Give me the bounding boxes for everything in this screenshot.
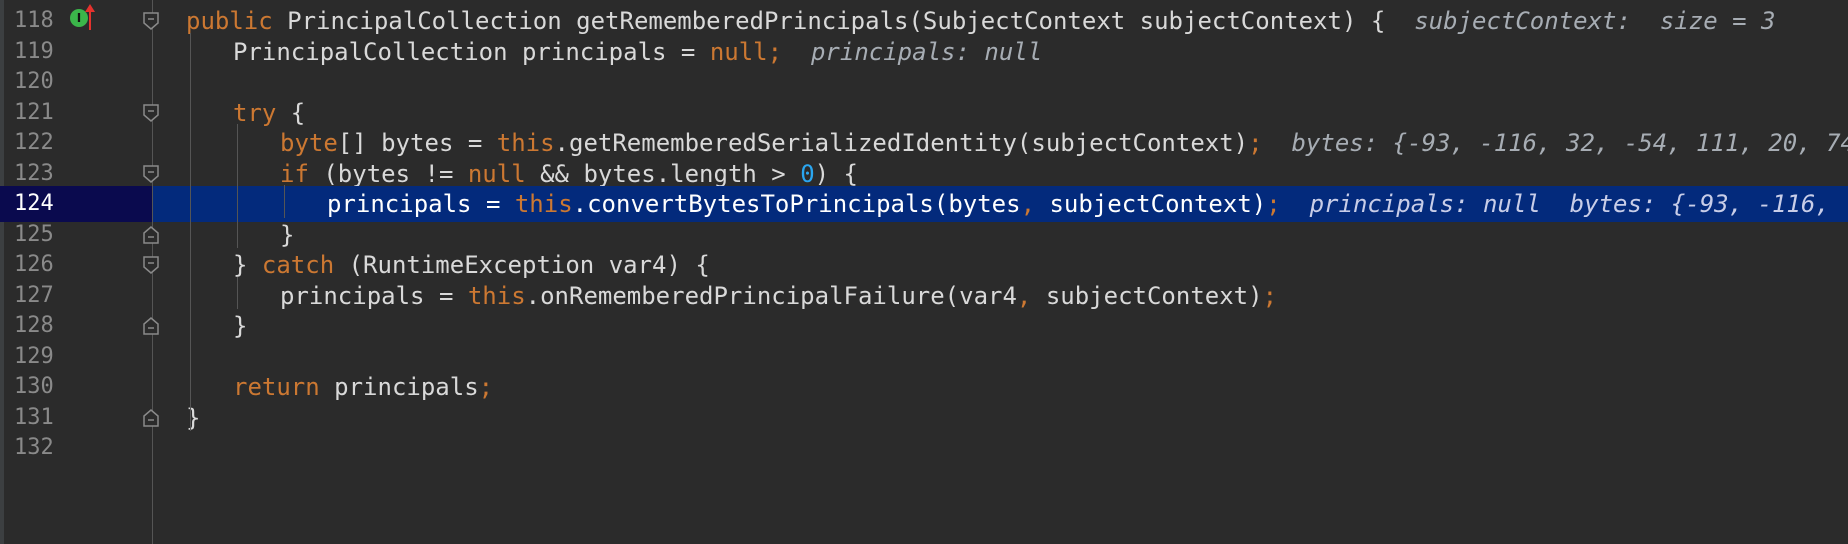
inline-debug-value: principals: null (810, 37, 1043, 66)
code-token: this (496, 129, 555, 157)
code-token: && bytes.length > (540, 159, 801, 188)
code-token: catch (261, 251, 349, 279)
code-token: PrincipalCollection getRememberedPrincip… (287, 7, 1415, 35)
code-token: this (514, 190, 573, 218)
code-token: } (233, 251, 262, 279)
indent-guide (237, 276, 238, 309)
indent-guide (284, 185, 285, 218)
fold-collapse-icon[interactable] (142, 164, 160, 184)
code-token: null (467, 159, 541, 188)
code-token: try (233, 98, 291, 127)
code-token: .getRememberedSerializedIdentity(subject… (554, 129, 1249, 157)
code-token: ) { (814, 159, 859, 188)
code-token: (bytes != (323, 159, 468, 188)
fold-end-icon[interactable] (142, 316, 160, 336)
code-token: } (233, 312, 248, 340)
code-token: [] bytes = (337, 129, 497, 157)
code-token: this (467, 281, 526, 310)
code-token: { (290, 98, 306, 127)
code-token: , (1020, 190, 1050, 218)
code-token: } (280, 220, 295, 249)
fold-collapse-icon[interactable] (142, 11, 160, 31)
line-number[interactable]: 132 (14, 430, 54, 466)
code-token: return (233, 373, 335, 401)
code-token: principals = (280, 281, 468, 310)
code-token: PrincipalCollection principals = (233, 37, 710, 66)
code-token: .convertBytesToPrincipals(bytes (572, 190, 1021, 218)
code-token: public (186, 7, 288, 35)
fold-end-icon[interactable] (142, 408, 160, 428)
override-arrow-icon[interactable] (84, 3, 96, 31)
code-token: } (186, 403, 201, 432)
code-token: subjectContext) (1049, 190, 1267, 218)
code-token: ; (1248, 129, 1263, 157)
code-token: if (280, 159, 324, 188)
code-token: null; (709, 37, 783, 66)
fold-collapse-icon[interactable] (142, 255, 160, 275)
code-token: principals (334, 373, 479, 401)
code-token: 0 (800, 159, 815, 188)
indent-guide (190, 32, 191, 431)
inline-debug-value: principals: null bytes: {-93, -116, (1309, 190, 1830, 218)
code-token: subjectContext) (1045, 281, 1263, 310)
code-token: , (1016, 281, 1046, 310)
code-token: principals = (327, 190, 515, 218)
fold-collapse-icon[interactable] (142, 103, 160, 123)
code-editor[interactable]: 118 public PrincipalCollection getRemembe… (0, 0, 1848, 544)
inline-debug-value: bytes: {-93, -116, 32, -54, 111, 20, 74 (1291, 129, 1848, 157)
code-token: (RuntimeException var4) { (348, 251, 710, 279)
code-line[interactable]: 132 (0, 430, 1848, 466)
code-token: ; (1266, 190, 1281, 218)
code-token: ; (1262, 281, 1278, 310)
fold-end-icon[interactable] (142, 225, 160, 245)
code-token: ; (478, 373, 494, 401)
code-token: .onRememberedPrincipalFailure(var4 (525, 281, 1017, 310)
code-token: byte (280, 129, 338, 157)
indent-guide (237, 124, 238, 248)
inline-debug-value: subjectContext: size = 3 (1414, 7, 1776, 35)
